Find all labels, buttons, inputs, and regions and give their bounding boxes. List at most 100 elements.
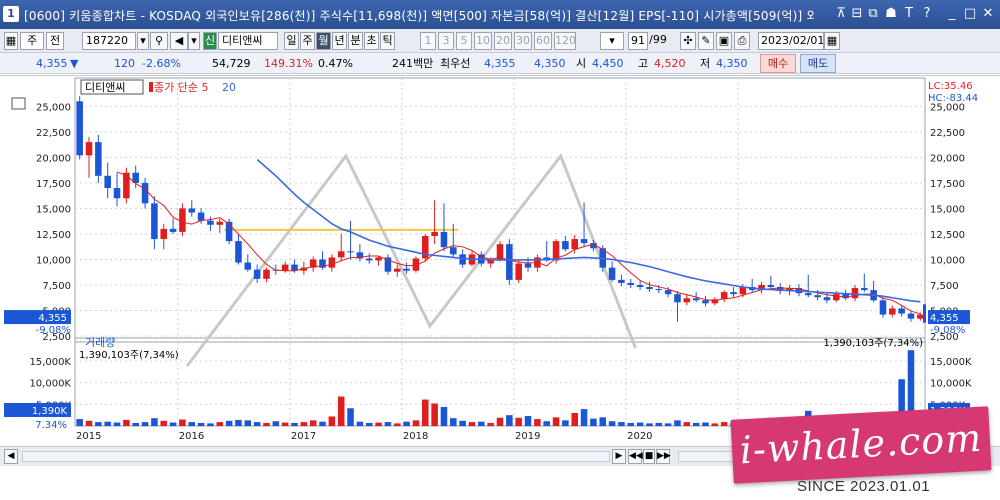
- candle-body: [683, 298, 691, 303]
- candle-body: [244, 262, 252, 270]
- price-panel-frame: [74, 77, 926, 343]
- draw-icon[interactable]: ✎: [698, 32, 714, 50]
- zoom-slider[interactable]: [678, 451, 736, 462]
- grid-icon[interactable]: ☗: [883, 6, 899, 22]
- y-tick-label-right: 10,000: [930, 255, 965, 266]
- candle-body: [767, 284, 775, 288]
- chart-area[interactable]: 2,5002,5005,0005,0007,5007,50010,00010,0…: [0, 75, 1000, 446]
- volume-bar: [123, 419, 130, 426]
- date-input[interactable]: 2023/02/01: [758, 32, 824, 50]
- volume-bar: [375, 422, 382, 426]
- calendar-icon[interactable]: ▦: [824, 32, 840, 50]
- brand-text: i-whale.com: [738, 415, 984, 473]
- buy-button[interactable]: 매수: [760, 54, 796, 73]
- scroll-left-icon[interactable]: ◀: [4, 449, 18, 464]
- scroll-track[interactable]: [22, 451, 610, 462]
- save-icon[interactable]: ▣: [716, 32, 732, 50]
- period-tab-4[interactable]: 분: [348, 32, 363, 50]
- restore-icon[interactable]: ⧉: [865, 6, 881, 22]
- candle-body: [113, 188, 121, 199]
- rewind-icon[interactable]: ◀◀: [628, 449, 643, 464]
- code-dropdown-icon[interactable]: ▾: [137, 32, 149, 50]
- best-buy-price: 4,350: [534, 57, 566, 70]
- period-tab-3[interactable]: 년: [332, 32, 347, 50]
- volume-bar: [235, 419, 242, 426]
- interval-button-5[interactable]: 5: [456, 32, 472, 50]
- type-select[interactable]: 주: [20, 32, 44, 50]
- stock-name-field[interactable]: 디티앤씨: [218, 32, 278, 50]
- stock-code-input[interactable]: 187220: [82, 32, 136, 50]
- y-tick-label-left: 20,000: [36, 153, 71, 164]
- volume-bar: [244, 420, 252, 426]
- period-tab-6[interactable]: 틱: [380, 32, 395, 50]
- x-axis-label: 2018: [403, 431, 428, 442]
- pin-icon[interactable]: ⊼: [833, 6, 849, 22]
- cross-icon[interactable]: ✣: [680, 32, 696, 50]
- maximize-window-icon[interactable]: □: [962, 6, 978, 22]
- count-input[interactable]: 91: [628, 32, 648, 50]
- price-volume-chart[interactable]: 2,5002,5005,0005,0007,5007,50010,00010,0…: [0, 76, 1000, 447]
- window-title: [0600] 키움종합차트 - KOSDAQ 외국인보유[286(천)] 주식수…: [24, 9, 814, 23]
- speaker-dropdown-icon[interactable]: ▾: [188, 32, 200, 50]
- candle-body: [524, 263, 532, 268]
- period-tab-2[interactable]: 월: [316, 32, 331, 50]
- interval-button-120[interactable]: 120: [554, 32, 576, 50]
- decorative-m-line: [185, 152, 637, 367]
- volume-bar: [552, 417, 560, 426]
- candle-body: [618, 279, 625, 283]
- candle-body: [281, 264, 289, 271]
- speaker-icon[interactable]: ◀: [170, 32, 188, 50]
- volume-bar: [365, 422, 373, 426]
- count-total: /99: [649, 33, 667, 46]
- candle-body: [375, 257, 382, 261]
- interval-button-3[interactable]: 3: [438, 32, 454, 50]
- minimize-window-icon[interactable]: _: [944, 6, 960, 22]
- candle-body: [76, 101, 83, 156]
- interval-button-1[interactable]: 1: [420, 32, 436, 50]
- candle-body: [832, 294, 840, 301]
- interval-dropdown[interactable]: ▾: [600, 32, 624, 50]
- hc-label: HC:-83.44: [928, 93, 978, 104]
- candle-body: [365, 258, 373, 261]
- interval-button-30[interactable]: 30: [514, 32, 532, 50]
- period-tab-0[interactable]: 일: [284, 32, 299, 50]
- prev-button[interactable]: 전: [46, 32, 64, 50]
- search-icon[interactable]: ⚲: [150, 32, 168, 50]
- volume-bar: [692, 422, 700, 426]
- volume-bar: [571, 413, 578, 426]
- interval-button-60[interactable]: 60: [534, 32, 552, 50]
- candle-body: [431, 231, 438, 236]
- sell-button[interactable]: 매도: [800, 54, 836, 73]
- print-icon[interactable]: ⎙: [734, 32, 750, 50]
- y-tick-label-left: 25,000: [36, 102, 71, 113]
- scroll-right-icon[interactable]: ▶: [612, 449, 626, 464]
- text-icon[interactable]: T: [901, 6, 917, 22]
- candle-body: [889, 308, 896, 315]
- interval-button-10[interactable]: 10: [474, 32, 492, 50]
- open-label: 시: [576, 57, 587, 70]
- interval-button-20[interactable]: 20: [494, 32, 512, 50]
- volume-value: 54,729: [212, 57, 251, 70]
- period-tab-5[interactable]: 초: [364, 32, 379, 50]
- window-number-badge[interactable]: 1: [3, 6, 19, 22]
- chart-type-icon[interactable]: ▦: [4, 32, 18, 50]
- minimize-icon[interactable]: ⊟: [849, 6, 865, 22]
- candle-body: [207, 220, 214, 225]
- volume-bar: [524, 416, 532, 426]
- close-icon[interactable]: ✕: [980, 6, 996, 22]
- candle-body: [141, 182, 149, 204]
- volume-bar: [711, 423, 719, 426]
- candle-body: [235, 241, 242, 263]
- y-tick-label-left: 17,500: [36, 179, 71, 190]
- fast-forward-icon[interactable]: ▶▶: [656, 449, 671, 464]
- volume-bar: [683, 422, 691, 426]
- help-icon[interactable]: ?: [919, 6, 935, 22]
- best-sell-price: 4,355: [484, 57, 516, 70]
- stop-icon[interactable]: ■: [643, 449, 655, 464]
- down-arrow-icon: ▼: [70, 57, 79, 70]
- candle-body: [702, 300, 709, 304]
- x-axis-label: 2020: [627, 431, 652, 442]
- volume-bar: [515, 417, 522, 426]
- volume-bar: [618, 422, 625, 426]
- period-tab-1[interactable]: 주: [300, 32, 315, 50]
